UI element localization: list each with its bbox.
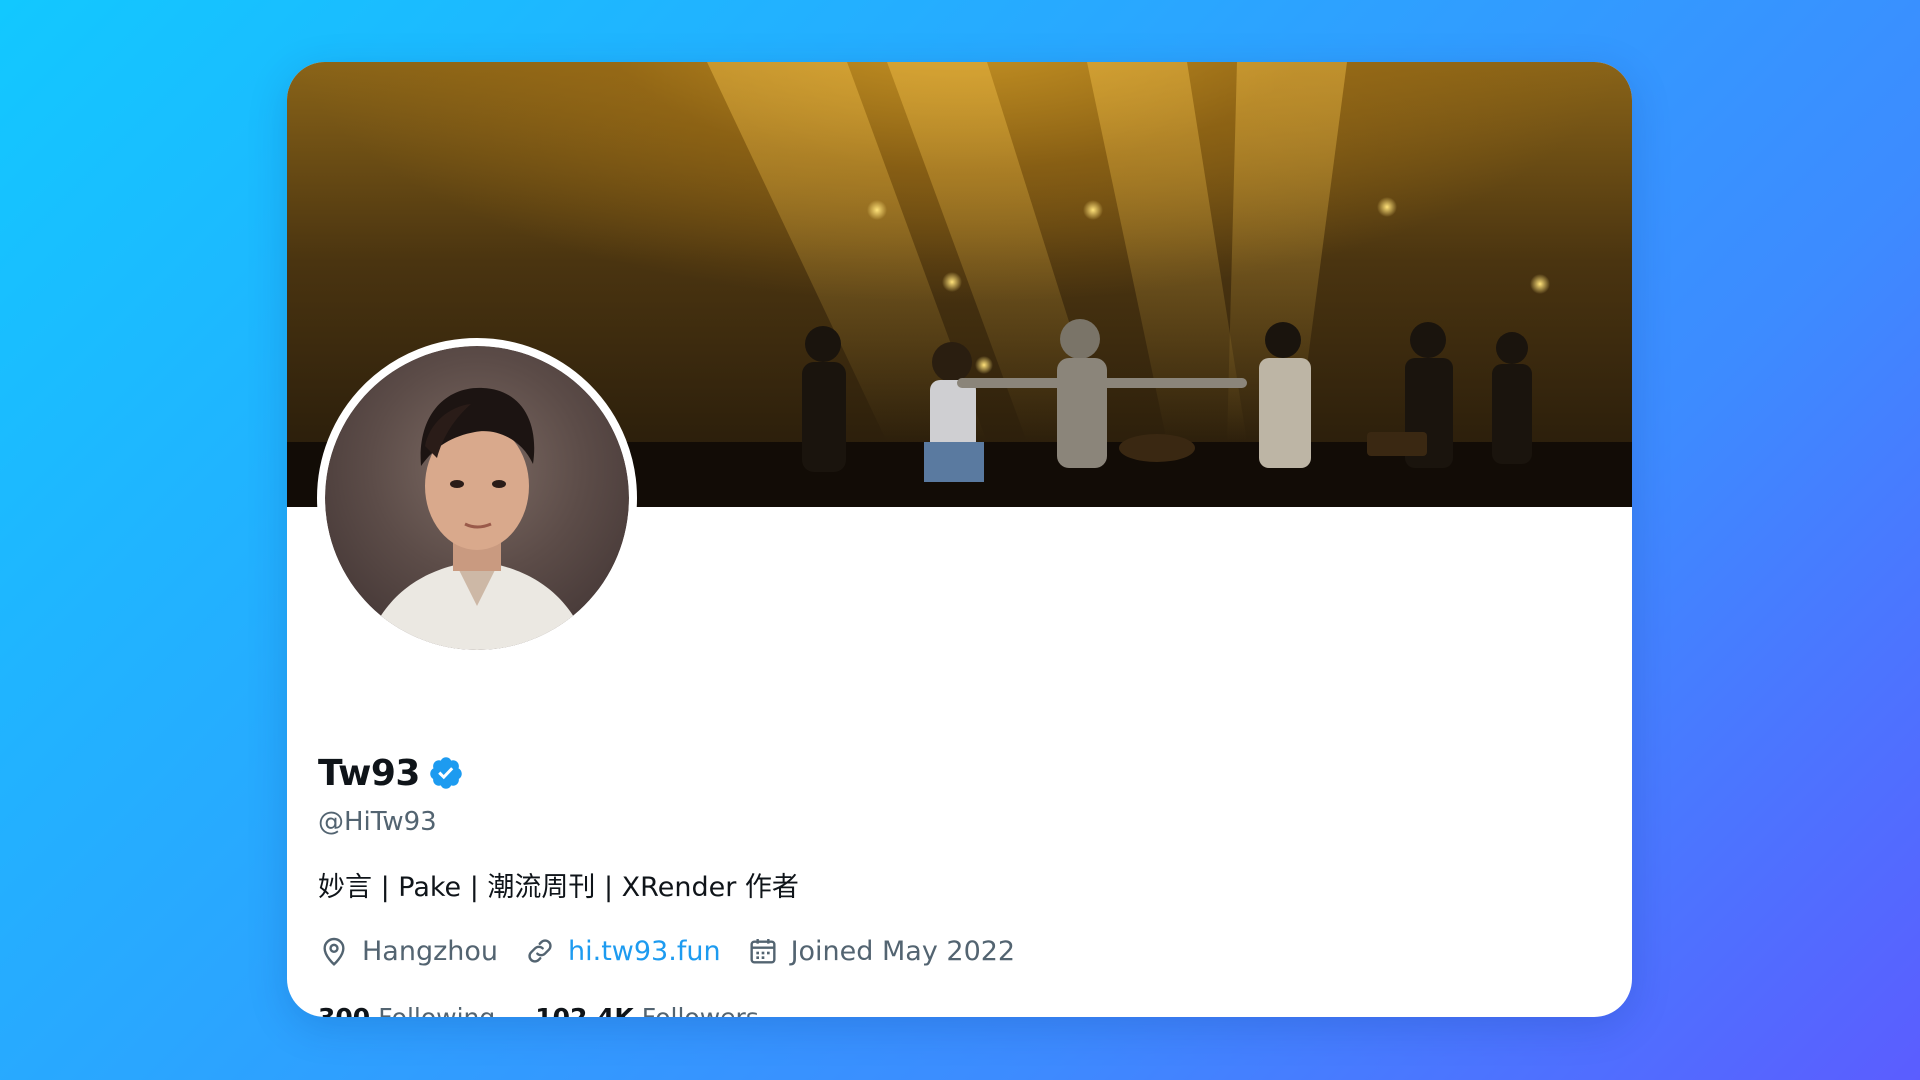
profile-info: Tw93 @HiTw93 妙言 | Pake | 潮流周刊 | XRender … <box>318 747 1568 1018</box>
website-link[interactable]: hi.tw93.fun <box>568 936 721 967</box>
followers-label: Followers <box>641 1002 759 1018</box>
profile-meta: Hangzhou hi.tw93.fun Joined May 2022 <box>318 931 1568 971</box>
profile-bio: 妙言 | Pake | 潮流周刊 | XRender 作者 <box>318 872 799 903</box>
follow-stats: 300 Following 102.4K Followers <box>318 997 1568 1018</box>
joined-item: Joined May 2022 <box>747 935 1016 967</box>
website-item: hi.tw93.fun <box>524 935 721 967</box>
display-name: Tw93 <box>318 752 420 794</box>
location-item: Hangzhou <box>318 935 498 967</box>
following-count: 300 <box>318 1002 371 1018</box>
link-icon <box>524 935 556 967</box>
verified-badge-icon[interactable] <box>428 755 464 791</box>
profile-avatar[interactable] <box>317 338 637 658</box>
location-pin-icon <box>318 935 350 967</box>
person-portrait-illustration <box>365 387 589 650</box>
following-label: Following <box>378 1002 496 1018</box>
profile-card: Tw93 @HiTw93 妙言 | Pake | 潮流周刊 | XRender … <box>287 62 1632 1017</box>
followers-link[interactable]: 102.4K Followers <box>535 1003 759 1018</box>
name-row: Tw93 <box>318 747 1568 799</box>
calendar-icon <box>747 935 779 967</box>
location-text: Hangzhou <box>362 935 499 967</box>
followers-count: 102.4K <box>535 1002 634 1018</box>
avatar-photo <box>325 346 629 650</box>
joined-date: Joined May 2022 <box>790 935 1016 967</box>
following-link[interactable]: 300 Following <box>318 1003 495 1018</box>
user-handle: @HiTw93 <box>318 807 437 837</box>
